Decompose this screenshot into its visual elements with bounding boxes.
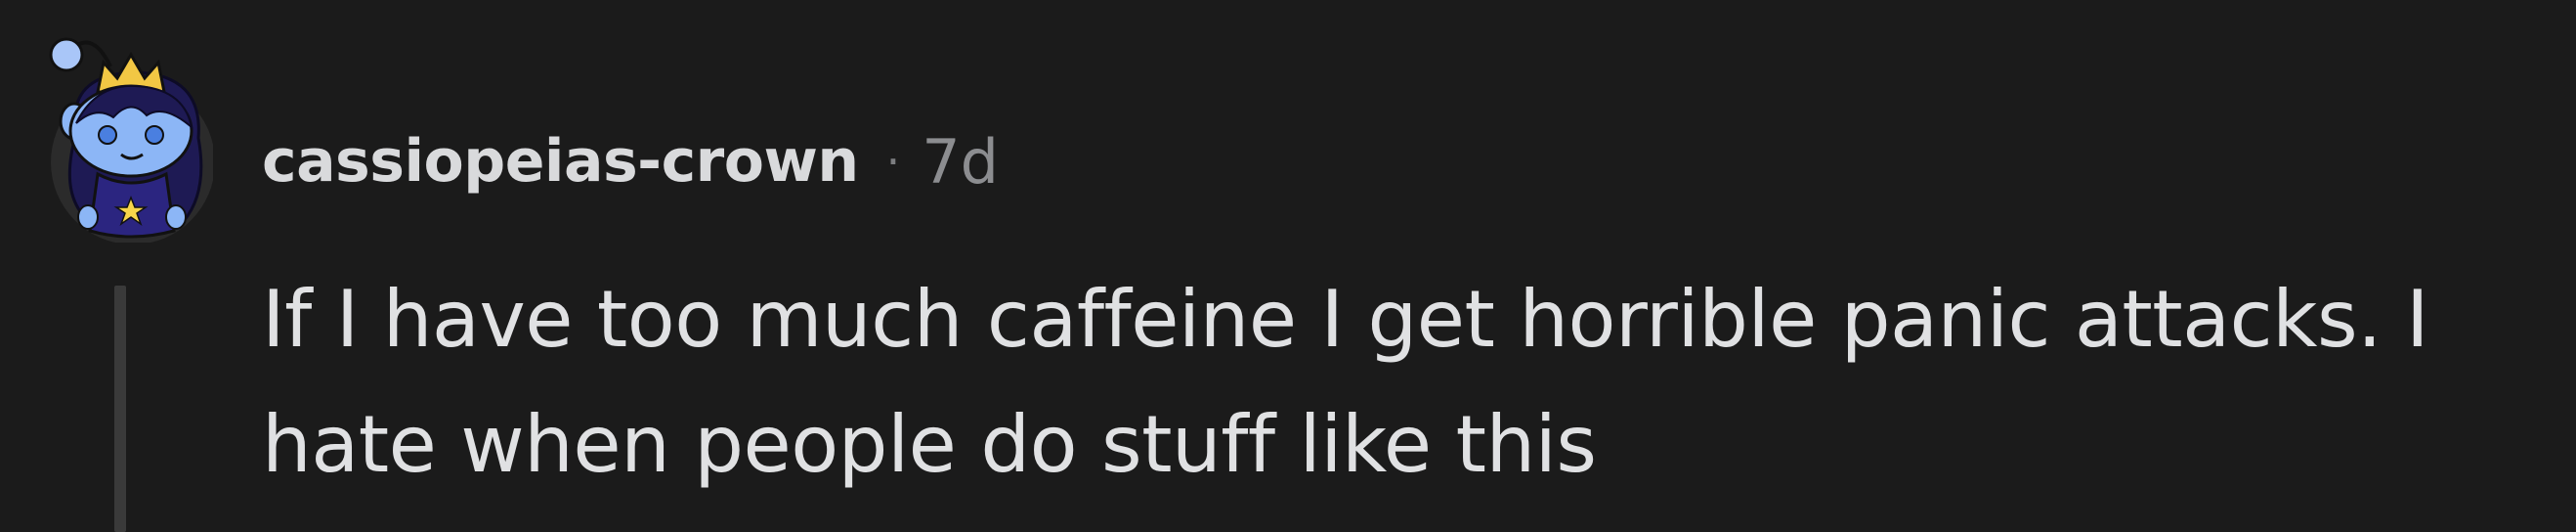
timestamp[interactable]: 7d xyxy=(922,126,999,198)
comment-meta: cassiopeias-crown · 7d xyxy=(262,121,999,201)
username-link[interactable]: cassiopeias-crown xyxy=(262,127,859,196)
thread-line[interactable] xyxy=(114,286,126,532)
comment: cassiopeias-crown · 7d If I have too muc… xyxy=(0,0,2576,532)
comment-body: If I have too much caffeine I get horrib… xyxy=(262,274,2429,490)
user-avatar-icon[interactable] xyxy=(37,25,213,243)
meta-separator: · xyxy=(885,135,901,188)
